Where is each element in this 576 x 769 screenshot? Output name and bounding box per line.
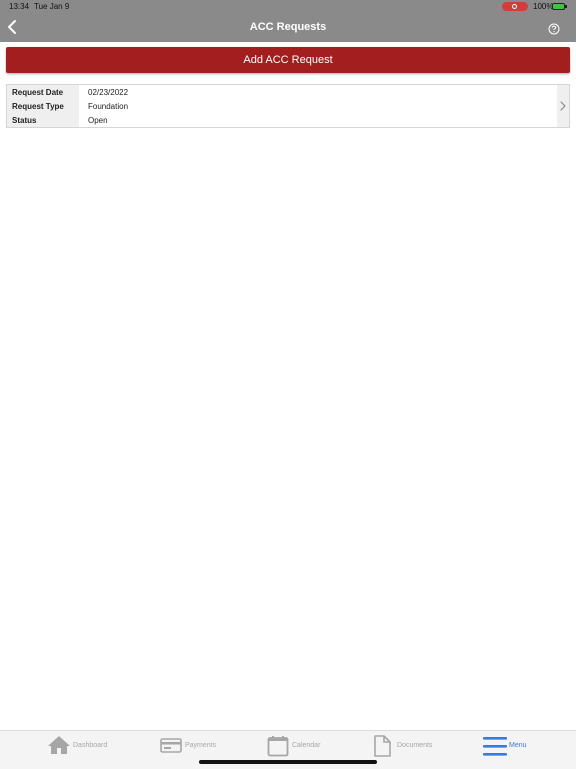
chevron-right-icon xyxy=(560,101,566,111)
request-type-label: Request Type xyxy=(12,102,64,111)
tab-payments-label: Payments xyxy=(185,742,217,749)
home-indicator[interactable] xyxy=(199,760,377,764)
calendar-icon xyxy=(267,736,289,757)
battery-percentage: 100% xyxy=(533,2,554,11)
add-acc-request-button[interactable]: Add ACC Request xyxy=(6,47,570,73)
status-value: Open xyxy=(88,116,108,125)
battery-icon xyxy=(552,3,567,10)
document-icon xyxy=(374,735,391,757)
request-date-value: 02/23/2022 xyxy=(88,88,129,97)
page-title: ACC Requests xyxy=(249,21,327,33)
menu-icon xyxy=(483,737,507,756)
request-type-value: Foundation xyxy=(88,102,129,111)
question-circle-icon xyxy=(548,23,560,35)
screen-recording-icon xyxy=(502,2,528,11)
status-label: Status xyxy=(12,116,37,125)
status-time: 13:34 xyxy=(9,2,30,11)
header-bar: 13:34 Tue Jan 9 100% ACC Requests xyxy=(0,0,576,42)
tab-dashboard[interactable]: Dashboard xyxy=(46,731,116,767)
tab-documents[interactable]: Documents xyxy=(372,731,440,767)
request-card-disclosure[interactable] xyxy=(557,85,569,127)
home-icon xyxy=(48,736,70,754)
request-date-label: Request Date xyxy=(12,88,64,97)
request-card[interactable]: Request Date 02/23/2022 Request Type Fou… xyxy=(6,84,570,128)
tab-menu-label: Menu xyxy=(509,742,527,749)
tab-calendar-label: Calendar xyxy=(292,742,321,749)
help-button[interactable] xyxy=(548,22,560,35)
credit-card-icon xyxy=(160,738,182,753)
status-date: Tue Jan 9 xyxy=(34,2,70,11)
tab-dashboard-label: Dashboard xyxy=(73,742,108,749)
tab-menu[interactable]: Menu xyxy=(482,731,534,767)
tab-documents-label: Documents xyxy=(397,742,433,749)
